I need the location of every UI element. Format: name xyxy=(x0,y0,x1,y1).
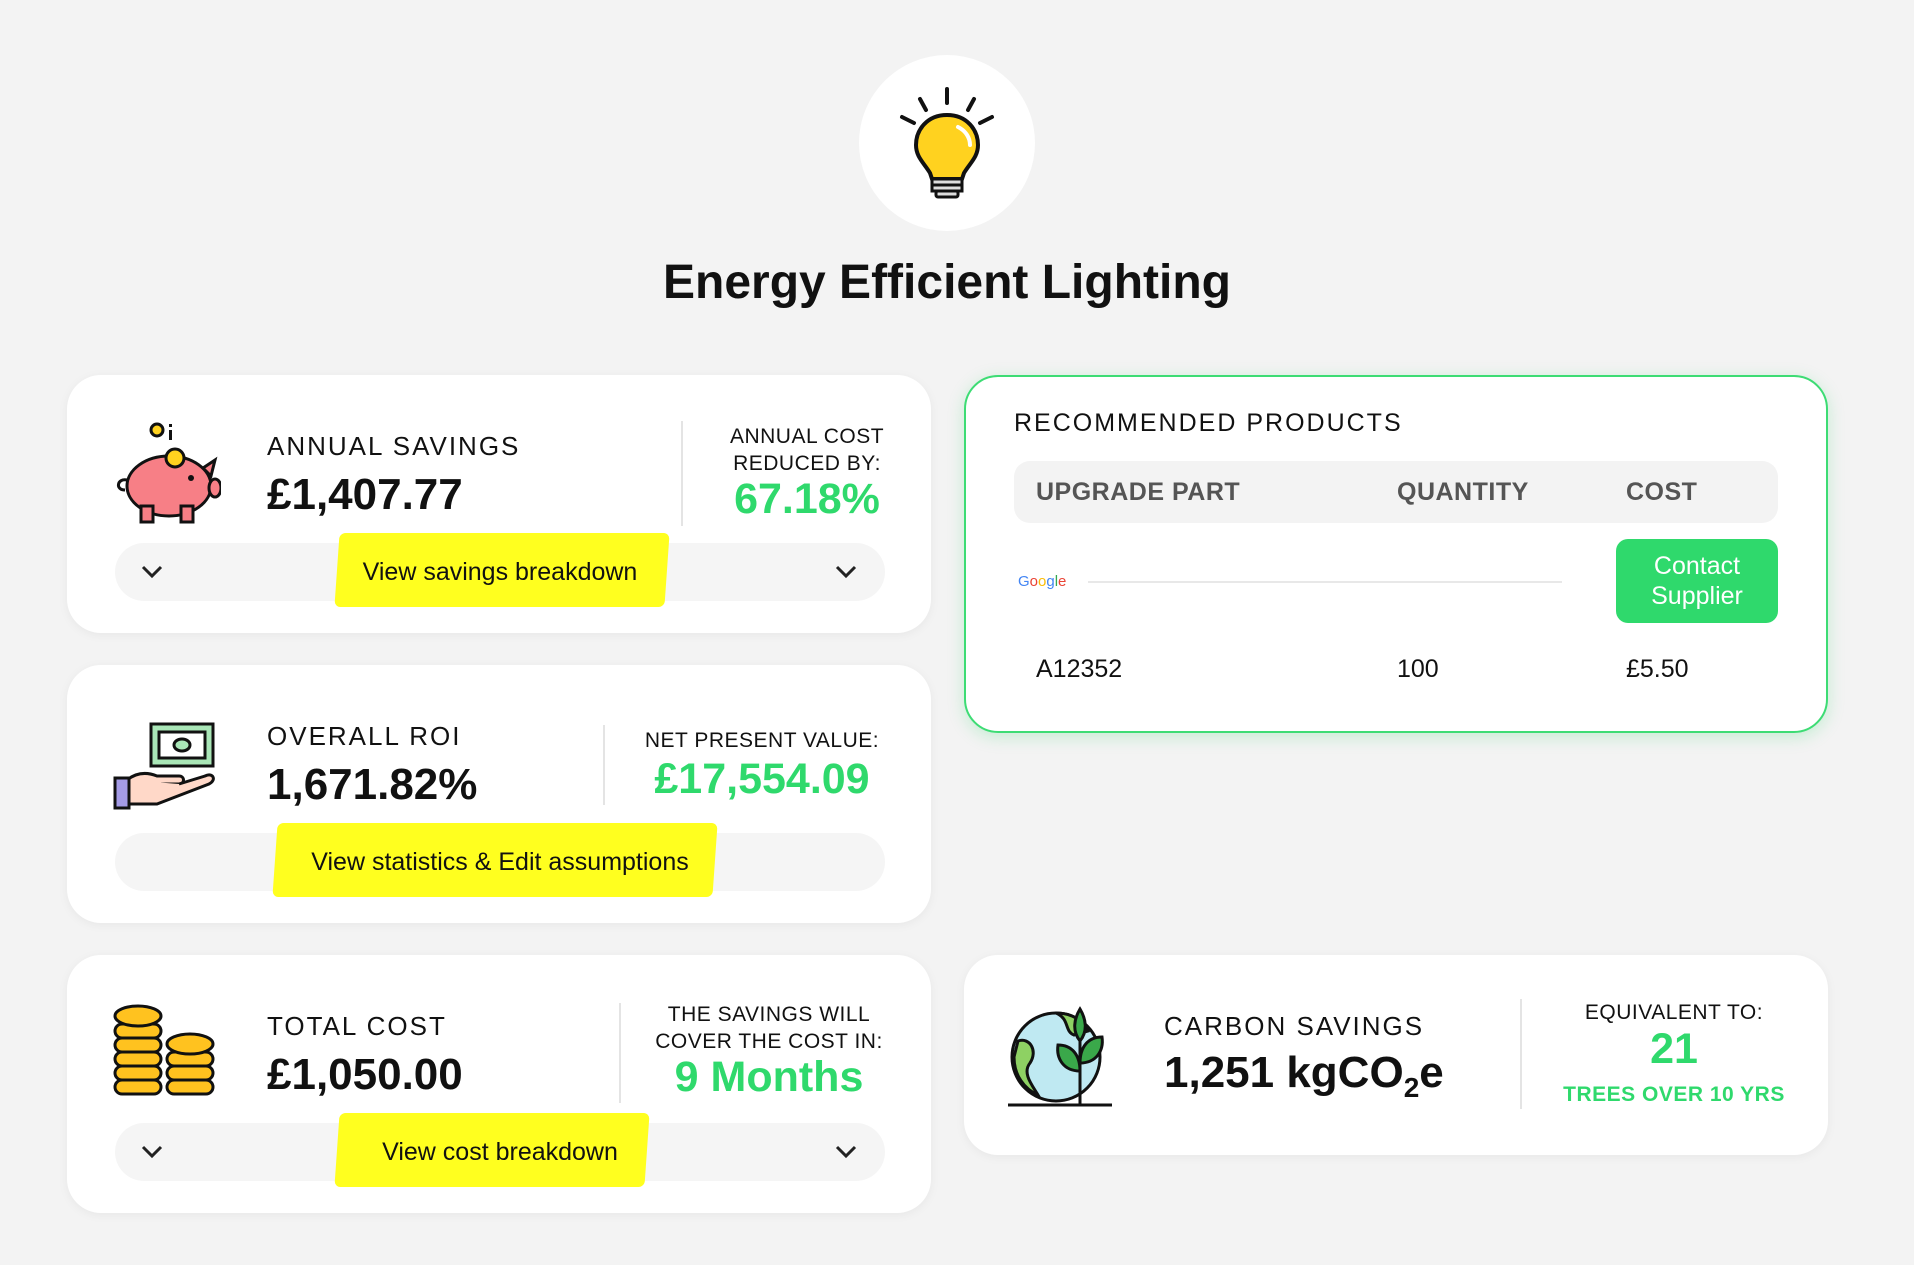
view-statistics-link[interactable]: View statistics & Edit assumptions xyxy=(115,833,885,891)
chevron-down-icon xyxy=(833,1139,859,1165)
payback-label: THE SAVINGS WILL COVER THE COST IN: xyxy=(655,1003,883,1053)
carbon-savings-label: CARBON SAVINGS xyxy=(1164,1011,1425,1041)
view-statistics-toggle[interactable]: View statistics & Edit assumptions xyxy=(115,823,885,897)
supplier-logo: Google xyxy=(1018,573,1067,590)
chevron-down-icon xyxy=(833,559,859,585)
recommended-products-card: RECOMMENDED PRODUCTS UPGRADE PART QUANTI… xyxy=(964,375,1828,733)
total-cost-label: TOTAL COST xyxy=(267,1011,447,1041)
page-title: Energy Efficient Lighting xyxy=(662,256,1231,309)
money-hand-icon xyxy=(113,720,221,815)
view-cost-breakdown-link[interactable]: View cost breakdown xyxy=(115,1123,885,1181)
column-header-part: UPGRADE PART xyxy=(1036,478,1241,506)
equivalent-label: EQUIVALENT TO: xyxy=(1584,1001,1764,1024)
contact-supplier-button[interactable]: Contact Supplier xyxy=(1616,539,1778,623)
coins-stack-icon xyxy=(111,1000,219,1113)
divider xyxy=(619,1003,621,1103)
divider xyxy=(603,725,605,805)
column-header-cost: COST xyxy=(1626,478,1698,506)
globe-plant-icon xyxy=(1008,1001,1120,1114)
view-cost-breakdown-toggle[interactable]: View cost breakdown xyxy=(115,1113,885,1187)
payback-value: 9 Months xyxy=(674,1053,864,1101)
annual-savings-label: ANNUAL SAVINGS xyxy=(267,431,521,461)
trees-label: TREES OVER 10 YRS xyxy=(1563,1083,1785,1106)
product-part: A12352 xyxy=(1036,655,1123,683)
annual-savings-value: £1,407.77 xyxy=(267,470,463,519)
npv-label: NET PRESENT VALUE: xyxy=(644,729,880,752)
trees-value: 21 xyxy=(1650,1025,1698,1073)
products-table-header: UPGRADE PART QUANTITY COST xyxy=(1014,461,1778,523)
total-cost-value: £1,050.00 xyxy=(267,1050,463,1099)
divider xyxy=(1088,581,1562,583)
total-cost-card: TOTAL COST £1,050.00 THE SAVINGS WILL CO… xyxy=(67,955,931,1213)
lightbulb-icon xyxy=(859,55,1035,231)
cost-reduced-value: 67.18% xyxy=(734,475,880,523)
products-title: RECOMMENDED PRODUCTS xyxy=(1014,409,1403,437)
overall-roi-label: OVERALL ROI xyxy=(267,721,462,751)
cost-reduced-label: ANNUAL COST REDUCED BY: xyxy=(729,425,885,475)
product-quantity: 100 xyxy=(1397,655,1439,683)
carbon-savings-card: CARBON SAVINGS 1,251 kgCO2e EQUIVALENT T… xyxy=(964,955,1828,1155)
overall-roi-value: 1,671.82% xyxy=(267,760,478,809)
npv-value: £17,554.09 xyxy=(654,755,870,803)
divider xyxy=(1520,999,1522,1109)
annual-savings-card: ANNUAL SAVINGS £1,407.77 ANNUAL COST RED… xyxy=(67,375,931,633)
overall-roi-card: OVERALL ROI 1,671.82% NET PRESENT VALUE:… xyxy=(67,665,931,923)
piggy-bank-icon xyxy=(111,420,223,531)
carbon-savings-value: 1,251 kgCO2e xyxy=(1164,1048,1444,1103)
column-header-quantity: QUANTITY xyxy=(1397,478,1529,506)
view-savings-breakdown-link[interactable]: View savings breakdown xyxy=(115,543,885,601)
view-savings-breakdown-toggle[interactable]: View savings breakdown xyxy=(115,533,885,607)
product-cost: £5.50 xyxy=(1626,655,1689,683)
divider xyxy=(681,421,683,526)
